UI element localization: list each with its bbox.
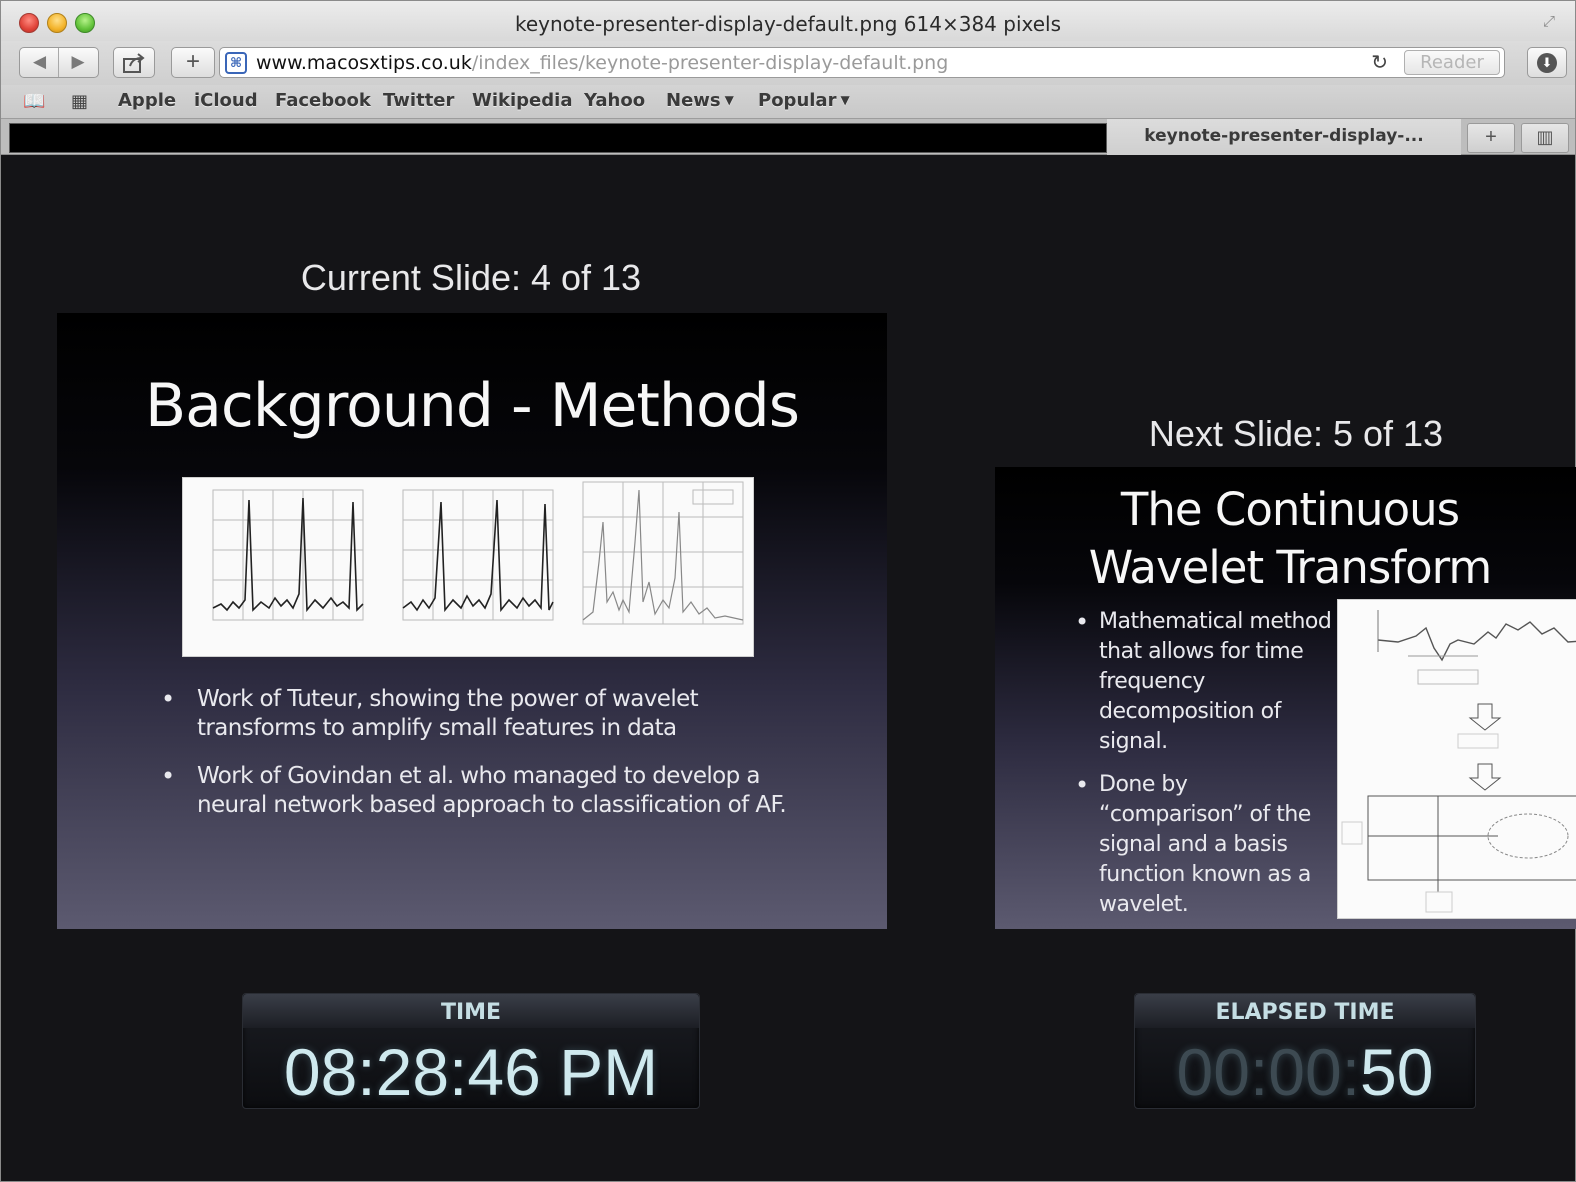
next-slide: The Continuous Wavelet Transform Mathema… [995, 467, 1576, 929]
tab-inactive[interactable] [9, 123, 1107, 153]
bookmark-wikipedia[interactable]: Wikipedia [472, 90, 572, 111]
tab-overview-button[interactable]: ▥ [1521, 123, 1569, 153]
share-icon [123, 53, 145, 73]
presenter-display: Current Slide: 4 of 13 Background - Meth… [6, 155, 1576, 1181]
bookmark-news-folder[interactable]: News ▼ [666, 90, 734, 111]
url-text[interactable]: www.macosxtips.co.uk/index_files/keynote… [256, 52, 948, 74]
bookmark-apple[interactable]: Apple [118, 90, 176, 111]
tab-overview-icon: ▥ [1536, 127, 1554, 147]
ecg-charts-image [182, 477, 754, 657]
back-button[interactable]: ◀ [21, 48, 59, 77]
next-slide-label: Next Slide: 5 of 13 [1148, 413, 1444, 454]
current-slide-bullet: Work of Tuteur, showing the power of wav… [161, 685, 801, 743]
back-forward-group: ◀ ▶ [19, 47, 99, 78]
bookmarks-bar: 📖 ▦ Apple iCloud Facebook Twitter Wikipe… [1, 85, 1575, 119]
plus-icon: + [1485, 126, 1497, 148]
chevron-down-icon: ▼ [840, 93, 850, 107]
reload-icon[interactable]: ↻ [1371, 50, 1388, 75]
elapsed-time-dim: 00:00: [1176, 1035, 1361, 1109]
elapsed-time-value: 00:00:50 [1135, 1034, 1475, 1110]
forward-button[interactable]: ▶ [59, 48, 97, 77]
site-favicon-icon: ⌘ [225, 52, 247, 74]
wavelet-diagram-image [1337, 599, 1576, 919]
new-tab-button[interactable]: + [1467, 123, 1515, 153]
ecg-charts-graphic [212, 481, 744, 625]
bookmark-popular-label: Popular [758, 90, 837, 111]
bookmark-yahoo[interactable]: Yahoo [584, 90, 645, 111]
tab-bar: keynote-presenter-display-... + ▥ [1, 119, 1575, 155]
bookmark-popular-folder[interactable]: Popular ▼ [758, 90, 850, 111]
next-slide-title-line1: The Continuous [1120, 483, 1460, 536]
current-slide-label: Current Slide: 4 of 13 [300, 257, 642, 298]
bookmark-facebook[interactable]: Facebook [275, 90, 371, 111]
window-title: keynote-presenter-display-default.png 61… [514, 12, 1062, 36]
current-slide-bullets: Work of Tuteur, showing the power of wav… [161, 685, 801, 839]
time-label: TIME [440, 1000, 502, 1025]
share-button[interactable] [113, 47, 155, 78]
elapsed-time-clock: ELAPSED TIME 00:00:50 [1134, 993, 1476, 1109]
reading-list-icon[interactable]: 📖 [23, 91, 45, 112]
current-slide: Background - Methods • Work of Tuteur, s… [57, 313, 887, 929]
url-path: /index_files/keynote-presenter-display-d… [471, 52, 949, 74]
add-bookmark-button[interactable]: + [171, 47, 215, 78]
bookmark-news-label: News [666, 90, 721, 111]
wavelet-diagram-graphic [1341, 610, 1576, 913]
chevron-down-icon: ▼ [724, 93, 734, 107]
url-domain: www.macosxtips.co.uk [256, 52, 472, 74]
tab-active[interactable]: keynote-presenter-display-... [1107, 119, 1461, 155]
next-slide-bullet: Done by “comparison” of the signal and a… [1075, 770, 1335, 920]
current-time-clock: TIME 08:28:46 PM [242, 993, 700, 1109]
current-slide-bullet: Work of Govindan et al. who managed to d… [161, 762, 801, 820]
elapsed-time-label: ELAPSED TIME [1215, 1000, 1395, 1025]
top-sites-icon[interactable]: ▦ [71, 91, 88, 112]
browser-window: keynote-presenter-display-default.png 61… [0, 0, 1576, 1182]
current-slide-title: Background - Methods [144, 371, 800, 441]
downloads-button[interactable]: ⬇ [1527, 47, 1567, 78]
next-slide-bullets: Mathematical method that allows for time… [1075, 607, 1335, 929]
address-bar[interactable]: ⌘ www.macosxtips.co.uk/index_files/keyno… [219, 47, 1505, 78]
bookmark-twitter[interactable]: Twitter [383, 90, 454, 111]
fullscreen-icon[interactable]: ⤢ [1543, 13, 1563, 33]
toolbar: ◀ ▶ + ⌘ www.macosxtips.co.uk/index_files/… [1, 41, 1575, 85]
bookmark-icloud[interactable]: iCloud [194, 90, 258, 111]
elapsed-time-seconds: 50 [1360, 1035, 1434, 1109]
next-slide-title: The Continuous Wavelet Transform [995, 481, 1576, 597]
reader-button[interactable]: Reader [1404, 50, 1500, 75]
next-slide-title-line2: Wavelet Transform [1088, 541, 1492, 594]
next-slide-bullet: Mathematical method that allows for time… [1075, 607, 1335, 757]
download-icon: ⬇ [1537, 53, 1557, 73]
time-value: 08:28:46 PM [283, 1035, 659, 1109]
